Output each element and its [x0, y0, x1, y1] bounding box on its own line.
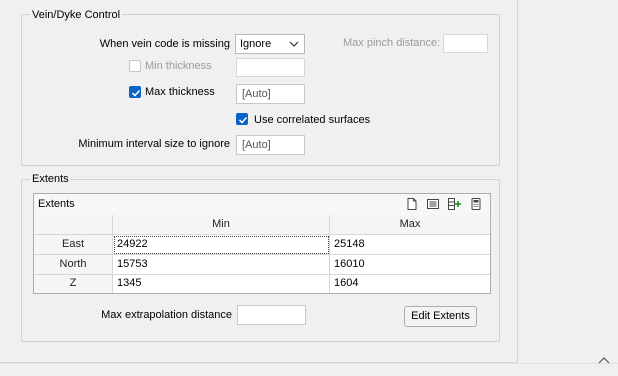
new-file-icon[interactable] [405, 197, 419, 211]
checkmark-icon [131, 89, 141, 97]
max-pinch-label: Max pinch distance: [343, 37, 441, 49]
min-interval-label: Minimum interval size to ignore [78, 138, 230, 150]
row-header-north: North [34, 255, 113, 275]
min-thickness-checkbox[interactable] [129, 60, 141, 72]
row-header-east: East [34, 235, 113, 255]
max-extrapolation-field[interactable] [237, 305, 306, 325]
max-extrapolation-label: Max extrapolation distance [101, 309, 232, 321]
cell-north-max[interactable]: 16010 [330, 255, 490, 275]
cell-z-max[interactable]: 1604 [330, 275, 490, 293]
chevron-down-icon [289, 36, 299, 59]
cell-east-min[interactable]: 24922 [113, 235, 330, 255]
form-icon[interactable] [426, 197, 440, 211]
checkmark-icon [238, 116, 248, 124]
insert-column-icon[interactable] [447, 197, 461, 211]
column-header-max[interactable]: Max [330, 215, 490, 235]
calculator-icon[interactable] [469, 197, 483, 211]
vein-missing-label: When vein code is missing [99, 38, 230, 50]
min-thickness-field[interactable] [236, 58, 305, 77]
vein-dyke-group-title: Vein/Dyke Control [30, 8, 123, 22]
max-thickness-checkbox[interactable] [129, 86, 141, 98]
grid-corner-cell [34, 215, 113, 235]
row-header-z: Z [34, 275, 113, 293]
edit-extents-button[interactable]: Edit Extents [404, 306, 477, 327]
correlated-surfaces-checkbox[interactable] [236, 113, 248, 125]
cell-east-max[interactable]: 25148 [330, 235, 490, 255]
correlated-surfaces-label: Use correlated surfaces [254, 114, 371, 126]
vein-missing-combo-value: Ignore [240, 38, 272, 50]
column-header-min[interactable]: Min [113, 215, 330, 235]
min-thickness-label: Min thickness [145, 60, 212, 72]
bottom-strip [0, 357, 618, 376]
extents-group-title: Extents [30, 172, 71, 186]
max-thickness-field[interactable]: [Auto] [236, 84, 305, 104]
min-interval-field[interactable]: [Auto] [236, 135, 305, 155]
extents-grid: Extents Min Max East 24922 25148 North 1… [33, 193, 491, 294]
cell-z-min[interactable]: 1345 [113, 275, 330, 293]
max-thickness-label: Max thickness [145, 86, 215, 98]
collapse-chevron-icon[interactable] [597, 355, 611, 365]
vein-missing-combo[interactable]: Ignore [235, 34, 305, 54]
cell-north-min[interactable]: 15753 [113, 255, 330, 275]
extents-grid-title: Extents [38, 198, 75, 210]
max-pinch-field[interactable] [443, 34, 488, 53]
extents-grid-header: Extents [34, 194, 490, 216]
